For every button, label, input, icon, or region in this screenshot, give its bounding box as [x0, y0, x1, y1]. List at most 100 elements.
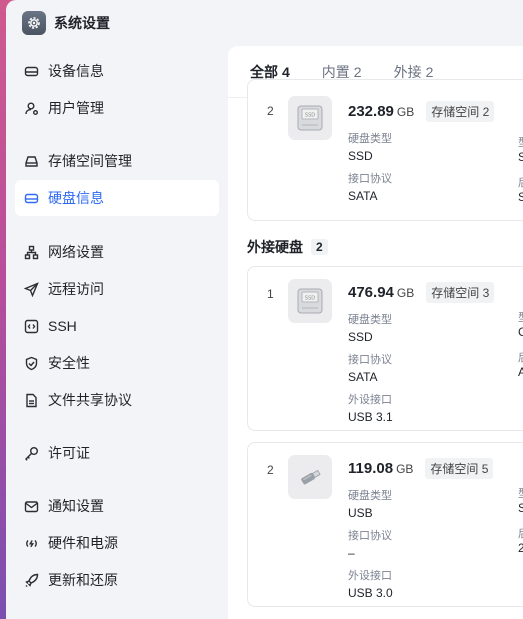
sidebar-item-label: 网络设置: [48, 244, 104, 260]
capacity-unit: GB: [396, 286, 415, 300]
sidebar-item-security[interactable]: 安全性: [15, 345, 219, 381]
disk-capacity: 119.08: [348, 460, 394, 477]
clipped-label: 后: [518, 174, 523, 190]
sidebar-item-device-info[interactable]: 设备信息: [15, 53, 219, 89]
clipped-value: C: [518, 325, 523, 339]
sidebar-item-label: 存储空间管理: [48, 153, 132, 169]
external-port-label: 外设接口: [348, 394, 392, 406]
external-port-label: 外设接口: [348, 570, 392, 582]
sidebar-item-disk-info[interactable]: 硬盘信息: [15, 180, 219, 216]
external-port-value: USB 3.1: [348, 410, 393, 424]
clipped-value: S: [518, 150, 523, 164]
disk-capacity: 476.94: [348, 284, 394, 301]
sidebar-item-label: 设备信息: [48, 63, 104, 79]
app-title: 系统设置: [54, 15, 110, 31]
sidebar-item-label: SSH: [48, 318, 77, 334]
storage-icon: [23, 153, 39, 169]
title-bar: 系统设置: [6, 0, 523, 46]
clipped-label: 后: [518, 525, 523, 541]
disk-capacity: 232.89: [348, 103, 394, 120]
tab-count: 2: [425, 63, 434, 80]
gear-icon: [22, 11, 46, 35]
disk-type-label: 硬盘类型: [348, 133, 392, 145]
ssd-icon: SSD: [288, 96, 332, 140]
sidebar-item-label: 硬盘信息: [48, 190, 104, 206]
ssd-thumb-text: SSD: [305, 296, 315, 302]
sidebar-item-ssh[interactable]: SSH: [15, 308, 219, 344]
sidebar-item-label: 远程访问: [48, 281, 104, 297]
external-section-title: 外接硬盘 2: [247, 237, 328, 257]
external-port-value: USB 3.0: [348, 586, 393, 600]
disk-info: 232.89 GB 存储空间 2 硬盘类型 SSD 接口协议 SATA: [348, 101, 495, 204]
device-icon: [23, 63, 39, 79]
clipped-label: 型: [518, 309, 523, 325]
sidebar-item-label: 用户管理: [48, 100, 104, 116]
disk-type-value: SSD: [348, 149, 373, 163]
capacity-unit: GB: [396, 462, 414, 476]
user-icon: [23, 100, 39, 116]
disk-card[interactable]: 2 SSD 232.89 GB 存储空间 2 硬盘类型 SSD 接口协议 SAT…: [247, 79, 523, 221]
disk-index: 2: [267, 463, 274, 477]
clipped-value: S: [518, 190, 523, 204]
disk-type-label: 硬盘类型: [348, 314, 392, 326]
disk-card[interactable]: 1 SSD 476.94 GB 存储空间 3 硬盘类型 SSD 接口协议 SAT…: [247, 266, 523, 431]
sidebar-item-label: 文件共享协议: [48, 392, 132, 408]
disk-type-value: USB: [348, 506, 373, 520]
tab-count: 2: [353, 63, 362, 80]
power-icon: [23, 535, 39, 551]
shield-icon: [23, 355, 39, 371]
interface-label: 接口协议: [348, 173, 392, 185]
sidebar-item-label: 安全性: [48, 355, 90, 371]
clipped-label: 型: [518, 134, 523, 150]
interface-label: 接口协议: [348, 530, 392, 542]
interface-label: 接口协议: [348, 354, 392, 366]
capacity-unit: GB: [396, 105, 415, 119]
storage-pool-badge: 存储空间 2: [426, 101, 495, 122]
sidebar-item-license[interactable]: 许可证: [15, 435, 219, 471]
clipped-value: 2: [518, 541, 523, 555]
clipped-label: 后: [518, 349, 523, 365]
section-count: 2: [311, 239, 328, 255]
sidebar-item-remote-access[interactable]: 远程访问: [15, 271, 219, 307]
file-icon: [23, 392, 39, 408]
disk-info: 476.94 GB 存储空间 3 硬盘类型 SSD 接口协议 SATA 外设接口: [348, 282, 495, 425]
sidebar-item-update-restore[interactable]: 更新和还原: [15, 562, 219, 598]
sidebar-item-hardware-power[interactable]: 硬件和电源: [15, 525, 219, 561]
interface-value: SATA: [348, 189, 378, 203]
tab-count: 4: [282, 63, 290, 80]
usb-drive-icon: [288, 455, 332, 499]
sidebar-item-notification[interactable]: 通知设置: [15, 488, 219, 524]
sidebar-item-label: 更新和还原: [48, 572, 118, 588]
settings-window: 系统设置 设备信息 用户管理 存储空间管理 硬盘信息 网络设置 远程访问 SSH…: [6, 0, 523, 619]
section-title-text: 外接硬盘: [247, 239, 303, 255]
key-icon: [23, 445, 39, 461]
ssd-icon: SSD: [288, 279, 332, 323]
terminal-icon: [23, 318, 39, 334]
sidebar-item-network[interactable]: 网络设置: [15, 234, 219, 270]
interface-value: SATA: [348, 370, 378, 384]
sidebar-item-label: 许可证: [48, 445, 90, 461]
disk-index: 1: [267, 287, 274, 301]
clipped-label: 型: [518, 485, 523, 501]
disk-type-label: 硬盘类型: [348, 490, 392, 502]
send-icon: [23, 281, 39, 297]
sidebar-item-label: 硬件和电源: [48, 535, 118, 551]
sidebar-item-users[interactable]: 用户管理: [15, 90, 219, 126]
disk-info: 119.08 GB 存储空间 5 硬盘类型 USB 接口协议 – 外设接口 US…: [348, 458, 494, 601]
sidebar-item-label: 通知设置: [48, 498, 104, 514]
rocket-icon: [23, 572, 39, 588]
storage-pool-badge: 存储空间 5: [425, 458, 494, 479]
sidebar-item-storage[interactable]: 存储空间管理: [15, 143, 219, 179]
disk-icon: [23, 190, 39, 206]
interface-value: –: [348, 546, 355, 560]
disk-card[interactable]: 2 119.08 GB 存储空间 5 硬盘类型 USB 接口协议 – 外设接口 …: [247, 442, 523, 607]
clipped-value: A: [518, 365, 523, 379]
main-panel: 全部 4 内置 2 外接 2 2 SSD 232.89 GB 存储空间 2 硬盘…: [228, 46, 523, 619]
disk-index: 2: [267, 104, 274, 118]
mail-icon: [23, 498, 39, 514]
clipped-value: S: [518, 501, 523, 515]
network-icon: [23, 244, 39, 260]
sidebar-item-file-sharing[interactable]: 文件共享协议: [15, 382, 219, 418]
storage-pool-badge: 存储空间 3: [426, 282, 495, 303]
disk-type-value: SSD: [348, 330, 373, 344]
